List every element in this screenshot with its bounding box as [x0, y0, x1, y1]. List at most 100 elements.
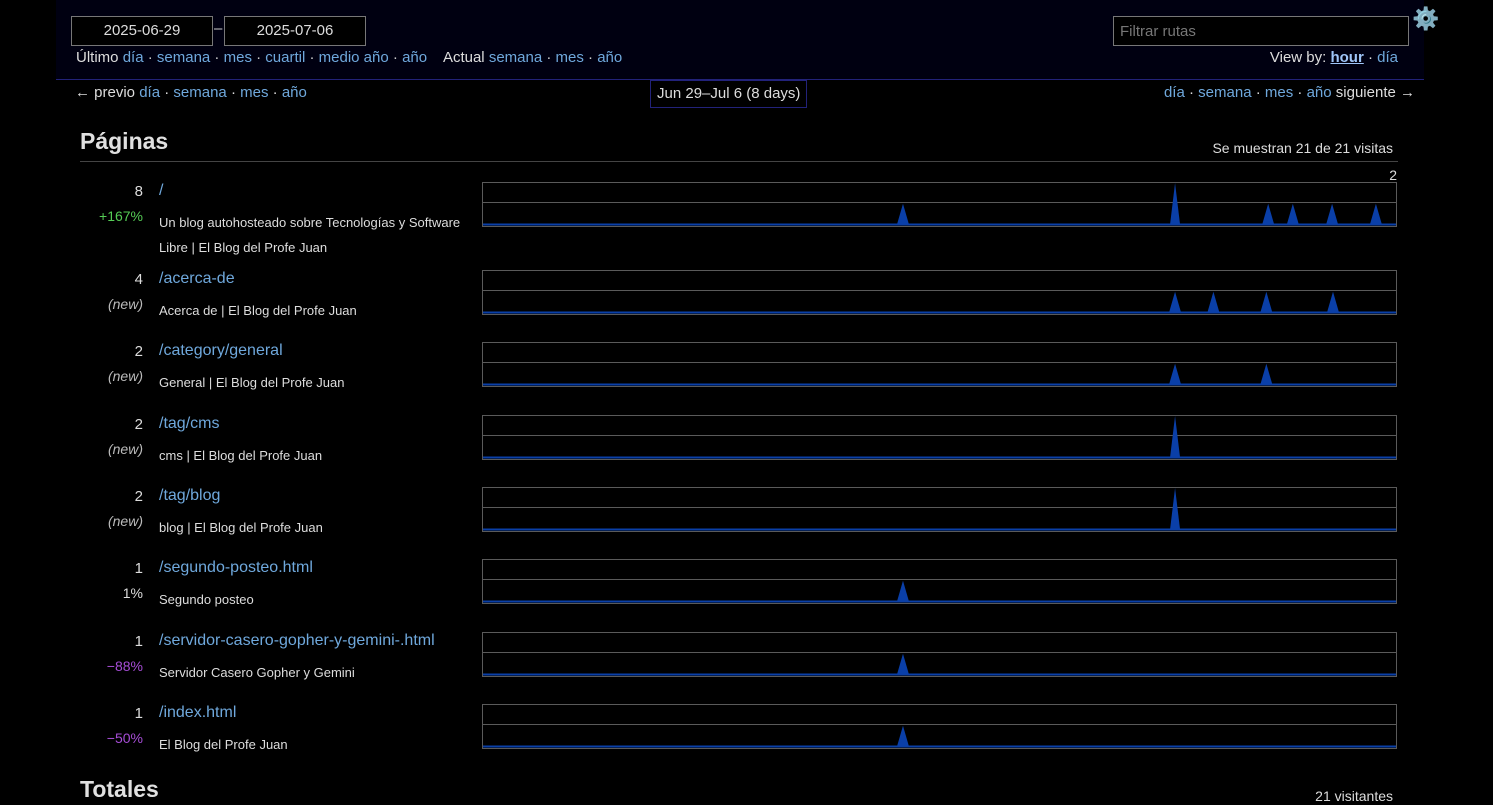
sparkline-peak	[1369, 203, 1382, 225]
last-half-year-link[interactable]: medio año	[319, 49, 389, 66]
page-change-percent: +167%	[99, 208, 143, 224]
sparkline-peak	[1326, 203, 1339, 225]
page-title: Segundo posteo	[159, 592, 254, 607]
last-week-link[interactable]: semana	[157, 49, 210, 66]
next-day-link[interactable]: día	[1164, 84, 1185, 101]
totals-section-title: Totales	[80, 776, 159, 802]
sparkline-peak	[1207, 291, 1220, 313]
page-path-link[interactable]: /category/general	[159, 342, 283, 360]
prev-week-link[interactable]: semana	[173, 84, 226, 101]
page-change-percent: −88%	[106, 658, 143, 674]
sparkline-svg	[483, 580, 1396, 603]
page-title: General | El Blog del Profe Juan	[159, 375, 345, 390]
sparkline-peak	[1169, 291, 1182, 313]
page-change-percent: (new)	[107, 368, 143, 384]
page-path-link[interactable]: /segundo-posteo.html	[159, 559, 313, 577]
sparkline-svg	[483, 416, 1396, 459]
page-title: Un blog autohosteado sobre Tecnologías y…	[159, 215, 461, 255]
next-period-nav: día · semana · mes · año siguiente →	[1163, 84, 1415, 101]
totals-visitors-summary: 21 visitantes	[1315, 788, 1393, 804]
sparkline-peak	[896, 653, 909, 675]
sparkline-peak	[896, 580, 909, 602]
sparkline-peak	[896, 203, 909, 225]
sparkline-svg	[483, 363, 1396, 386]
end-date-input[interactable]: 2025-07-06	[224, 16, 366, 46]
page-title: cms | El Blog del Profe Juan	[159, 448, 323, 463]
settings-gear-icon[interactable]: ⚙️	[1412, 6, 1439, 32]
page-path-link[interactable]: /acerca-de	[159, 270, 235, 288]
sparkline-peak	[1286, 203, 1299, 225]
sparkline-svg	[483, 183, 1396, 226]
page-change-percent: (new)	[107, 296, 143, 312]
last-quarter-link[interactable]: cuartil	[265, 49, 305, 66]
page-visit-count: 8	[134, 183, 143, 200]
page-path-link[interactable]: /tag/blog	[159, 487, 220, 505]
prev-day-link[interactable]: día	[139, 84, 160, 101]
page-sparkline-chart	[482, 342, 1397, 387]
current-month-link[interactable]: mes	[556, 49, 584, 66]
page-title: blog | El Blog del Profe Juan	[159, 520, 323, 535]
page-sparkline-chart	[482, 704, 1397, 749]
sparkline-svg	[483, 291, 1396, 314]
page-change-percent: (new)	[107, 513, 143, 529]
current-label: Actual	[442, 49, 485, 66]
prev-month-link[interactable]: mes	[240, 84, 268, 101]
chart-max-label: 2	[1389, 167, 1397, 183]
current-week-link[interactable]: semana	[489, 49, 542, 66]
page-change-percent: −50%	[106, 730, 143, 746]
page-visit-count: 1	[134, 560, 143, 577]
page-visit-count: 1	[134, 633, 143, 650]
page-path-link[interactable]: /tag/cms	[159, 415, 219, 433]
view-by-label: View by:	[1269, 49, 1327, 66]
start-date-input[interactable]: 2025-06-29	[71, 16, 213, 46]
page-visit-count: 2	[134, 488, 143, 505]
page-title: Servidor Casero Gopher y Gemini	[159, 665, 355, 680]
sparkline-peak	[1170, 488, 1181, 530]
page-sparkline-chart	[482, 270, 1397, 315]
last-label: Último	[76, 49, 119, 66]
sparkline-svg	[483, 653, 1396, 676]
page-path-link[interactable]: /servidor-casero-gopher-y-gemini-.html	[159, 632, 435, 650]
sparkline-peak	[1260, 363, 1273, 385]
pages-section-title: Páginas	[80, 128, 169, 154]
sparkline-peak	[1262, 203, 1275, 225]
view-by-hour-link[interactable]: hour	[1330, 49, 1363, 66]
page-sparkline-chart	[482, 487, 1397, 532]
sparkline-peak	[1169, 363, 1182, 385]
page-visit-count: 4	[134, 271, 143, 288]
sparkline-svg	[483, 488, 1396, 531]
page-visit-count: 2	[134, 343, 143, 360]
page-sparkline-chart	[482, 182, 1397, 227]
sparkline-peak	[1327, 291, 1340, 313]
page-visit-count: 2	[134, 416, 143, 433]
last-day-link[interactable]: día	[123, 49, 144, 66]
current-year-link[interactable]: año	[597, 49, 622, 66]
prev-year-link[interactable]: año	[282, 84, 307, 101]
next-month-link[interactable]: mes	[1265, 84, 1293, 101]
last-year-link[interactable]: año	[402, 49, 427, 66]
sparkline-peak	[896, 725, 909, 747]
pages-visits-summary: Se muestran 21 de 21 visitas	[1212, 140, 1393, 156]
date-separator: –	[214, 20, 223, 37]
next-week-link[interactable]: semana	[1198, 84, 1251, 101]
filter-paths-input[interactable]	[1113, 16, 1409, 46]
page-sparkline-chart	[482, 559, 1397, 604]
previous-period-nav: ← previo día · semana · mes · año	[75, 84, 307, 101]
page-path-link[interactable]: /	[159, 182, 163, 200]
period-shortcuts: Último día · semana · mes · cuartil · me…	[76, 49, 623, 66]
sparkline-svg	[483, 725, 1396, 748]
top-bar: 2025-06-29 – 2025-07-06 Último día · sem…	[56, 0, 1439, 80]
date-range-badge: Jun 29–Jul 6 (8 days)	[650, 80, 808, 108]
next-year-link[interactable]: año	[1307, 84, 1332, 101]
view-by-selector: View by: hour · día	[1269, 49, 1398, 66]
sparkline-peak	[1260, 291, 1273, 313]
page-path-link[interactable]: /index.html	[159, 704, 236, 722]
view-by-day-link[interactable]: día	[1377, 49, 1398, 66]
last-month-link[interactable]: mes	[224, 49, 252, 66]
page-sparkline-chart	[482, 632, 1397, 677]
page-change-percent: 1%	[122, 585, 143, 601]
sparkline-peak	[1170, 416, 1181, 458]
pages-divider	[80, 161, 1398, 162]
next-label[interactable]: siguiente →	[1336, 84, 1415, 101]
sparkline-peak	[1170, 183, 1181, 225]
